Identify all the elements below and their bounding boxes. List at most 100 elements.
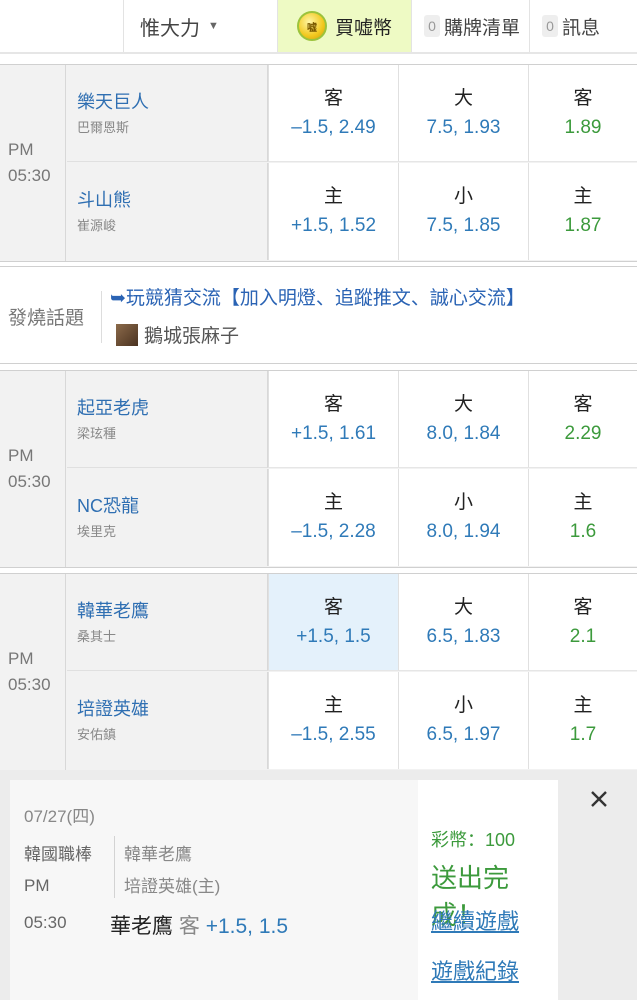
odds-side-label: 客 (323, 394, 343, 415)
cart-tab[interactable]: 0 購牌清單 (412, 0, 530, 52)
coin-amount: 彩幣：100 (431, 830, 516, 850)
pick-side: 客 (178, 915, 200, 938)
game-history-link[interactable]: 遊戲紀錄 (431, 954, 519, 986)
odds-value: 8.0, 1.84 (426, 423, 501, 444)
league-name: 韓國職棒 (24, 845, 92, 864)
pitcher-name: 埃里克 (77, 524, 117, 539)
message-count-badge: 0 (542, 15, 558, 37)
messages-tab[interactable]: 0 訊息 (530, 0, 637, 52)
odds-value: –1.5, 2.55 (291, 724, 376, 745)
bet-date: 07/27(四) (24, 807, 95, 826)
pick-odds: +1.5, 1.5 (205, 915, 289, 938)
game-time-ampm: PM (8, 446, 34, 465)
total-odds-cell[interactable]: 大 6.5, 1.83 (398, 574, 528, 671)
odds-side-label: 大 (453, 394, 473, 415)
moneyline-odds-cell[interactable]: 客 2.29 (528, 371, 637, 468)
odds-value: 6.5, 1.83 (426, 626, 501, 647)
top-nav-bar: 惟大力 ▼ 嘘 買嘘幣 0 購牌清單 0 訊息 (0, 0, 637, 54)
game-time-value: 05:30 (8, 675, 51, 694)
game-time: PM 05:30 (0, 371, 66, 567)
cart-count-badge: 0 (424, 15, 440, 37)
home-team: 培證英雄 安佑鎮 (67, 672, 268, 769)
spread-odds-cell-selected[interactable]: 客 +1.5, 1.5 (268, 574, 398, 671)
username: 惟大力 (140, 17, 200, 40)
odds-side-label: 主 (573, 492, 593, 513)
buy-coin-label: 買嘘幣 (334, 17, 392, 39)
game-time-ampm: PM (8, 140, 34, 159)
game-row: PM 05:30 韓華老鷹 桑其士 培證英雄 安佑鎮 客 +1.5, 1.5 大… (0, 573, 637, 771)
odds-value: 8.0, 1.94 (426, 521, 501, 542)
matchup-team-1: 韓華老鷹 (124, 845, 192, 864)
pitcher-name: 桑其士 (77, 629, 117, 644)
odds-side-label: 客 (573, 88, 593, 109)
game-time: PM 05:30 (0, 65, 66, 261)
spread-odds-cell[interactable]: 主 +1.5, 1.52 (268, 163, 398, 260)
home-team: 斗山熊 崔源峻 (67, 163, 268, 260)
spread-odds-cell[interactable]: 客 +1.5, 1.61 (268, 371, 398, 468)
spread-odds-cell[interactable]: 客 –1.5, 2.49 (268, 65, 398, 162)
spread-odds-cell[interactable]: 主 –1.5, 2.55 (268, 672, 398, 769)
odds-side-label: 大 (453, 597, 473, 618)
pitcher-name: 梁玹種 (77, 426, 117, 441)
continue-game-link[interactable]: 繼續遊戲 (431, 904, 519, 936)
hot-topic-label: 發燒話題 (8, 308, 85, 329)
total-odds-cell[interactable]: 小 8.0, 1.94 (398, 469, 528, 566)
team-name[interactable]: 起亞老虎 (77, 397, 267, 419)
close-button[interactable] (560, 770, 637, 828)
total-odds-cell[interactable]: 大 8.0, 1.84 (398, 371, 528, 468)
messages-label: 訊息 (562, 17, 601, 39)
topic-author[interactable]: 鵝城張麻子 (116, 321, 239, 348)
team-name[interactable]: 樂天巨人 (77, 91, 267, 113)
odds-side-label: 主 (323, 492, 343, 513)
moneyline-odds-cell[interactable]: 主 1.87 (528, 163, 637, 260)
odds-value: 1.6 (569, 521, 597, 542)
hot-topic-link[interactable]: ➥玩競猜交流【加入明燈、追蹤推文、誠心交流】 (110, 283, 525, 310)
pitcher-name: 崔源峻 (77, 218, 117, 233)
odds-side-label: 小 (453, 492, 473, 513)
odds-side-label: 客 (573, 394, 593, 415)
odds-side-label: 主 (323, 186, 343, 207)
game-row: PM 05:30 起亞老虎 梁玹種 NC恐龍 埃里克 客 +1.5, 1.61 … (0, 370, 637, 568)
coin-icon: 嘘 (296, 11, 327, 41)
game-time-value: 05:30 (8, 472, 51, 491)
team-name[interactable]: 培證英雄 (77, 698, 267, 720)
total-odds-cell[interactable]: 小 7.5, 1.85 (398, 163, 528, 260)
odds-value: 6.5, 1.97 (426, 724, 501, 745)
game-time-value: 05:30 (8, 166, 51, 185)
caret-down-icon: ▼ (208, 20, 219, 32)
moneyline-odds-cell[interactable]: 主 1.6 (528, 469, 637, 566)
odds-side-label: 小 (453, 695, 473, 716)
bet-result-panel: 彩幣：100 送出完成！ 繼續遊戲 遊戲紀錄 (418, 780, 558, 1000)
divider (114, 836, 115, 898)
team-name[interactable]: NC恐龍 (77, 495, 267, 517)
odds-value: +1.5, 1.52 (290, 215, 377, 236)
home-team: NC恐龍 埃里克 (67, 469, 268, 566)
moneyline-odds-cell[interactable]: 客 2.1 (528, 574, 637, 671)
game-row: PM 05:30 樂天巨人 巴爾恩斯 斗山熊 崔源峻 客 –1.5, 2.49 … (0, 64, 637, 262)
game-time-ampm: PM (8, 649, 34, 668)
buy-coin-button[interactable]: 嘘 買嘘幣 (278, 0, 412, 52)
odds-value: +1.5, 1.61 (290, 423, 377, 444)
odds-side-label: 主 (573, 695, 593, 716)
odds-value: 2.29 (564, 423, 602, 444)
team-name[interactable]: 韓華老鷹 (77, 600, 267, 622)
moneyline-odds-cell[interactable]: 客 1.89 (528, 65, 637, 162)
odds-value: 1.89 (564, 117, 602, 138)
total-odds-cell[interactable]: 小 6.5, 1.97 (398, 672, 528, 769)
odds-side-label: 主 (573, 186, 593, 207)
matchup-team-2: 培證英雄(主) (124, 877, 221, 896)
away-team: 韓華老鷹 桑其士 (67, 574, 268, 671)
spread-odds-cell[interactable]: 主 –1.5, 2.28 (268, 469, 398, 566)
odds-value: 1.7 (569, 724, 597, 745)
odds-side-label: 客 (323, 597, 343, 618)
bet-time: 05:30 (24, 913, 67, 932)
odds-value: –1.5, 2.49 (291, 117, 376, 138)
team-name[interactable]: 斗山熊 (77, 189, 267, 211)
bet-ticket: 07/27(四) 韓國職棒 PM 05:30 韓華老鷹 培證英雄(主) 華老鷹 … (10, 780, 418, 1000)
moneyline-odds-cell[interactable]: 主 1.7 (528, 672, 637, 769)
total-odds-cell[interactable]: 大 7.5, 1.93 (398, 65, 528, 162)
odds-value: 2.1 (569, 626, 597, 647)
hot-topic-bar: 發燒話題 ➥玩競猜交流【加入明燈、追蹤推文、誠心交流】 鵝城張麻子 (0, 266, 637, 364)
odds-side-label: 客 (323, 88, 343, 109)
user-menu[interactable]: 惟大力 ▼ (124, 0, 278, 52)
